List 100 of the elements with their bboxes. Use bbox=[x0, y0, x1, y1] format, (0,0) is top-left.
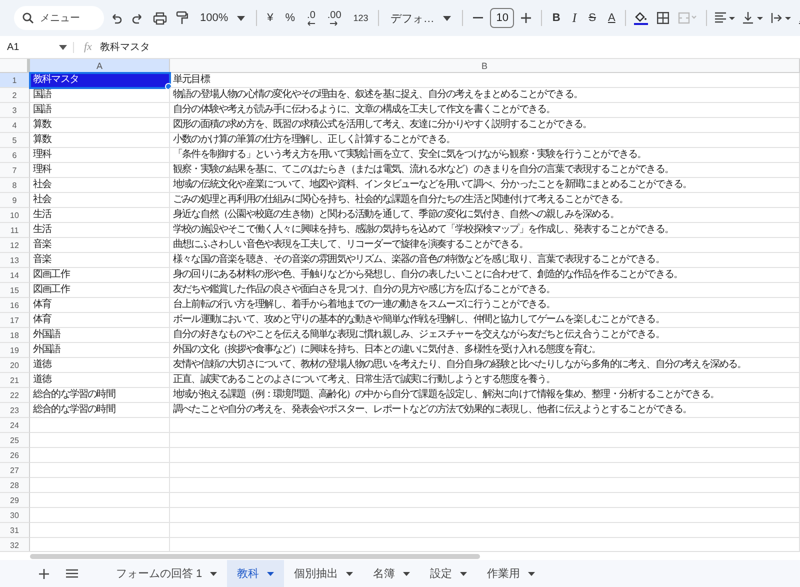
row-number[interactable]: 5 bbox=[0, 133, 30, 148]
table-cell[interactable] bbox=[30, 523, 170, 538]
table-cell[interactable] bbox=[170, 418, 800, 433]
row-number[interactable]: 21 bbox=[0, 373, 30, 388]
table-cell[interactable]: 音楽 bbox=[30, 238, 170, 253]
table-cell[interactable] bbox=[30, 418, 170, 433]
table-cell[interactable]: 外国語 bbox=[30, 328, 170, 343]
row-number[interactable]: 30 bbox=[0, 508, 30, 523]
table-cell[interactable]: 「条件を制御する」という考え方を用いて実験計画を立て、安全に気をつけながら観察・実験を行うことができる。 bbox=[170, 148, 800, 163]
table-cell[interactable]: 図形の面積の求め方を、既習の求積公式を活用して考え、友達に分かりやすく説明することができる。 bbox=[170, 118, 800, 133]
row-number[interactable]: 31 bbox=[0, 523, 30, 538]
formula-field[interactable]: 教科マスタ bbox=[100, 40, 150, 54]
table-cell[interactable]: 友だちや鑑賞した作品の良さや面白さを見つけ、自分の見方や感じ方を広げることができる。 bbox=[170, 283, 800, 298]
row-number[interactable]: 11 bbox=[0, 223, 30, 238]
table-cell[interactable] bbox=[170, 433, 800, 448]
table-cell[interactable]: 自分の体験や考えが読み手に伝わるように、文章の構成を工夫して作文を書くことができる。 bbox=[170, 103, 800, 118]
fill-handle[interactable] bbox=[165, 83, 172, 90]
table-cell[interactable]: 国語 bbox=[30, 88, 170, 103]
row-number[interactable]: 26 bbox=[0, 448, 30, 463]
row-number[interactable]: 32 bbox=[0, 538, 30, 551]
table-cell[interactable] bbox=[30, 463, 170, 478]
table-cell[interactable]: 曲想にふさわしい音色や表現を工夫して、リコーダーで旋律を演奏することができる。 bbox=[170, 238, 800, 253]
table-cell[interactable]: 単元目標 bbox=[170, 73, 800, 88]
table-cell[interactable]: 正直、誠実であることのよさについて考え、日常生活で誠実に行動しようとする態度を養う。 bbox=[170, 373, 800, 388]
row-number[interactable]: 16 bbox=[0, 298, 30, 313]
table-cell[interactable] bbox=[30, 448, 170, 463]
row-number[interactable]: 9 bbox=[0, 193, 30, 208]
table-cell[interactable] bbox=[170, 448, 800, 463]
percent-button[interactable]: % bbox=[280, 7, 300, 29]
search-field[interactable]: メニュー bbox=[14, 6, 104, 30]
table-cell[interactable]: 体育 bbox=[30, 313, 170, 328]
table-cell[interactable]: 道徳 bbox=[30, 358, 170, 373]
row-number[interactable]: 18 bbox=[0, 328, 30, 343]
table-cell[interactable]: 社会 bbox=[30, 178, 170, 193]
bold-button[interactable]: B bbox=[547, 7, 566, 29]
table-cell[interactable] bbox=[170, 493, 800, 508]
table-cell[interactable]: 自分の好きなものやことを伝える簡単な表現に慣れ親しみ、ジェスチャーを交えながら友だちと伝え合うことができる。 bbox=[170, 328, 800, 343]
row-number[interactable]: 3 bbox=[0, 103, 30, 118]
table-cell[interactable]: 理科 bbox=[30, 148, 170, 163]
table-cell[interactable]: 図画工作 bbox=[30, 268, 170, 283]
row-number[interactable]: 22 bbox=[0, 388, 30, 403]
row-number[interactable]: 23 bbox=[0, 403, 30, 418]
table-cell[interactable]: 物語の登場人物の心情の変化やその理由を、叙述を基に捉え、自分の考えをまとめることができる。 bbox=[170, 88, 800, 103]
row-number[interactable]: 24 bbox=[0, 418, 30, 433]
table-cell[interactable]: 社会 bbox=[30, 193, 170, 208]
row-number[interactable]: 25 bbox=[0, 433, 30, 448]
table-cell[interactable]: 算数 bbox=[30, 133, 170, 148]
row-number[interactable]: 7 bbox=[0, 163, 30, 178]
row-number[interactable]: 2 bbox=[0, 88, 30, 103]
row-number[interactable]: 13 bbox=[0, 253, 30, 268]
sheet-tab[interactable]: 教科 bbox=[227, 560, 284, 587]
row-number[interactable]: 1 bbox=[0, 73, 30, 88]
table-cell[interactable]: 総合的な学習の時間 bbox=[30, 403, 170, 418]
row-number[interactable]: 4 bbox=[0, 118, 30, 133]
currency-button[interactable]: ¥ bbox=[262, 7, 278, 29]
table-cell[interactable]: 地域が抱える課題（例：環境問題、高齢化）の中から自分で課題を設定し、解決に向けて情報を集め、整理・分析することができる。 bbox=[170, 388, 800, 403]
name-box[interactable]: A1 bbox=[0, 42, 74, 52]
table-cell[interactable]: 調べたことや自分の考えを、発表会やポスター、レポートなどの方法で効果的に表現し、他者に伝えようとすることができる。 bbox=[170, 403, 800, 418]
sheet-tab[interactable]: 個別抽出 bbox=[284, 560, 364, 587]
table-cell[interactable]: ごみの処理と再利用の仕組みに関心を持ち、社会的な課題を自分たちの生活と関連付けて考えることができる。 bbox=[170, 193, 800, 208]
table-cell[interactable]: 外国の文化（挨拶や食事など）に興味を持ち、日本との違いに気付き、多様性を受け入れる態度を育む。 bbox=[170, 343, 800, 358]
row-number[interactable]: 29 bbox=[0, 493, 30, 508]
table-cell[interactable]: 国語 bbox=[30, 103, 170, 118]
row-number[interactable]: 27 bbox=[0, 463, 30, 478]
row-number[interactable]: 14 bbox=[0, 268, 30, 283]
table-cell[interactable]: 総合的な学習の時間 bbox=[30, 388, 170, 403]
sheet-tab[interactable]: 作業用 bbox=[477, 560, 546, 587]
sheet-tab[interactable]: フォームの回答 1 bbox=[106, 560, 228, 587]
column-header[interactable]: A bbox=[30, 59, 170, 72]
table-cell[interactable]: 小数のかけ算の筆算の仕方を理解し、正しく計算することができる。 bbox=[170, 133, 800, 148]
sheet-tab[interactable]: 名簿 bbox=[363, 560, 420, 587]
row-number[interactable]: 15 bbox=[0, 283, 30, 298]
table-cell[interactable]: 音楽 bbox=[30, 253, 170, 268]
font-dropdown[interactable]: デフォ… bbox=[384, 7, 458, 29]
row-number[interactable]: 20 bbox=[0, 358, 30, 373]
number-format-button[interactable]: 123 bbox=[348, 7, 374, 29]
text-color-button[interactable]: A bbox=[602, 7, 620, 29]
table-cell[interactable]: 身の回りにある材料の形や色、手触りなどから発想し、自分の表したいことに合わせて、創造的な作品を作ることができる。 bbox=[170, 268, 800, 283]
table-cell[interactable]: 外国語 bbox=[30, 343, 170, 358]
table-cell[interactable]: ボール運動において、攻めと守りの基本的な動きや簡単な作戦を理解し、仲間と協力してゲームを楽しむことができる。 bbox=[170, 313, 800, 328]
increase-decimal-button[interactable]: .00 bbox=[322, 7, 346, 29]
table-cell[interactable] bbox=[170, 523, 800, 538]
scrollbar[interactable] bbox=[30, 554, 480, 558]
row-number[interactable]: 6 bbox=[0, 148, 30, 163]
table-cell[interactable] bbox=[30, 433, 170, 448]
font-size-field[interactable]: 10 bbox=[490, 8, 514, 28]
table-cell[interactable] bbox=[30, 478, 170, 493]
table-cell[interactable] bbox=[170, 463, 800, 478]
table-cell[interactable]: 様々な国の音楽を聴き、その音楽の雰囲気やリズム、楽器の音色の特徴などを感じ取り、言葉で表現することができる。 bbox=[170, 253, 800, 268]
table-cell[interactable]: 理科 bbox=[30, 163, 170, 178]
table-cell[interactable]: 観察・実験の結果を基に、てこのはたらき（または電気、流れる水など）のきまりを自分の言葉で表現することができる。 bbox=[170, 163, 800, 178]
row-number[interactable]: 28 bbox=[0, 478, 30, 493]
table-cell[interactable]: 算数 bbox=[30, 118, 170, 133]
italic-button[interactable]: I bbox=[567, 7, 582, 29]
table-cell[interactable] bbox=[170, 508, 800, 523]
table-cell[interactable]: 友情や信頼の大切さについて、教材の登場人物の思いを考えたり、自分自身の経験と比べたりしながら多角的に考え、自分の考えを深める。 bbox=[170, 358, 800, 373]
table-cell[interactable]: 身近な自然（公園や校庭の生き物）と関わる活動を通して、季節の変化に気付き、自然への親しみを深める。 bbox=[170, 208, 800, 223]
table-cell[interactable] bbox=[30, 508, 170, 523]
table-cell[interactable]: 学校の施設やそこで働く人々に興味を持ち、感謝の気持ちを込めて「学校探検マップ」を作成し、発表することができる。 bbox=[170, 223, 800, 238]
row-number[interactable]: 17 bbox=[0, 313, 30, 328]
